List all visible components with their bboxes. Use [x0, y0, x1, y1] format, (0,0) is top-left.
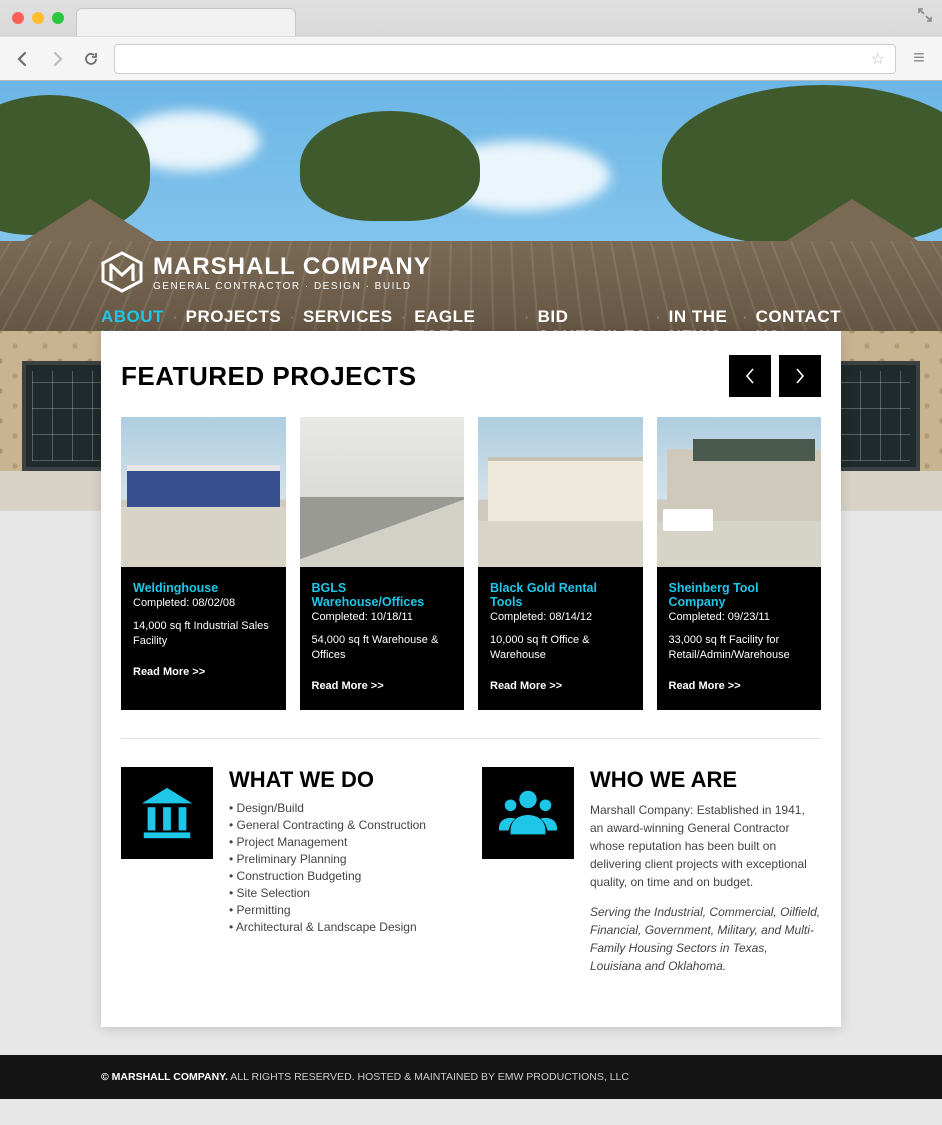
close-window-button[interactable] — [12, 12, 24, 24]
featured-projects-heading: FEATURED PROJECTS — [121, 361, 417, 392]
project-thumbnail — [300, 417, 465, 567]
read-more-link[interactable]: Read More >> — [669, 680, 810, 692]
who-paragraph-2: Serving the Industrial, Commercial, Oilf… — [590, 903, 821, 975]
project-card[interactable]: Sheinberg Tool Company Completed: 09/23/… — [657, 417, 822, 710]
forward-button[interactable] — [46, 48, 68, 70]
logo-tagline: GENERAL CONTRACTOR · DESIGN · BUILD — [153, 281, 431, 292]
project-title: Sheinberg Tool Company — [669, 581, 810, 609]
logo-company-name: MARSHALL COMPANY — [153, 253, 431, 281]
footer-brand: © MARSHALL COMPANY. — [101, 1071, 228, 1083]
browser-chrome: ☆ ≡ — [0, 0, 942, 81]
bookmark-star-icon[interactable]: ☆ — [871, 49, 885, 69]
divider — [121, 738, 821, 739]
site-logo[interactable]: MARSHALL COMPANY GENERAL CONTRACTOR · DE… — [101, 251, 841, 293]
project-title: BGLS Warehouse/Offices — [312, 581, 453, 609]
what-item: Preliminary Planning — [229, 852, 426, 866]
what-list: Design/Build General Contracting & Constr… — [229, 801, 426, 934]
minimize-window-button[interactable] — [32, 12, 44, 24]
what-item: Construction Budgeting — [229, 869, 426, 883]
logo-mark-icon — [101, 251, 143, 293]
reload-button[interactable] — [80, 48, 102, 70]
project-thumbnail — [478, 417, 643, 567]
url-input[interactable] — [125, 51, 871, 66]
project-date: Completed: 09/23/11 — [669, 611, 810, 623]
project-thumbnail — [121, 417, 286, 567]
main-content: FEATURED PROJECTS Weldinghouse Completed… — [101, 331, 841, 1027]
what-item: Architectural & Landscape Design — [229, 920, 426, 934]
what-we-do-section: WHAT WE DO Design/Build General Contracti… — [121, 767, 460, 987]
read-more-link[interactable]: Read More >> — [133, 666, 274, 678]
who-heading: WHO WE ARE — [590, 767, 821, 793]
institution-icon — [121, 767, 213, 859]
carousel-prev-button[interactable] — [729, 355, 771, 397]
who-paragraph-1: Marshall Company: Established in 1941, a… — [590, 801, 821, 891]
expand-icon[interactable] — [918, 8, 932, 27]
project-desc: 54,000 sq ft Warehouse & Offices — [312, 633, 453, 664]
what-heading: WHAT WE DO — [229, 767, 426, 793]
footer-text: ALL RIGHTS RESERVED. HOSTED & MAINTAINED… — [228, 1071, 629, 1083]
project-thumbnail — [657, 417, 822, 567]
project-card[interactable]: Weldinghouse Completed: 08/02/08 14,000 … — [121, 417, 286, 710]
project-card[interactable]: BGLS Warehouse/Offices Completed: 10/18/… — [300, 417, 465, 710]
what-item: Project Management — [229, 835, 426, 849]
project-date: Completed: 10/18/11 — [312, 611, 453, 623]
browser-menu-icon[interactable]: ≡ — [908, 47, 930, 70]
maximize-window-button[interactable] — [52, 12, 64, 24]
what-item: General Contracting & Construction — [229, 818, 426, 832]
what-item: Site Selection — [229, 886, 426, 900]
project-title: Weldinghouse — [133, 581, 274, 595]
back-button[interactable] — [12, 48, 34, 70]
read-more-link[interactable]: Read More >> — [490, 680, 631, 692]
browser-tab[interactable] — [76, 8, 296, 36]
address-bar[interactable]: ☆ — [114, 44, 896, 74]
site-footer: © MARSHALL COMPANY. ALL RIGHTS RESERVED.… — [0, 1055, 942, 1099]
window-controls — [12, 12, 64, 24]
project-card[interactable]: Black Gold Rental Tools Completed: 08/14… — [478, 417, 643, 710]
project-cards: Weldinghouse Completed: 08/02/08 14,000 … — [121, 417, 821, 710]
project-title: Black Gold Rental Tools — [490, 581, 631, 609]
read-more-link[interactable]: Read More >> — [312, 680, 453, 692]
project-desc: 10,000 sq ft Office & Warehouse — [490, 633, 631, 664]
who-we-are-section: WHO WE ARE Marshall Company: Established… — [482, 767, 821, 987]
project-desc: 33,000 sq ft Facility for Retail/Admin/W… — [669, 633, 810, 664]
people-icon — [482, 767, 574, 859]
what-item: Design/Build — [229, 801, 426, 815]
project-desc: 14,000 sq ft Industrial Sales Facility — [133, 619, 274, 650]
project-date: Completed: 08/14/12 — [490, 611, 631, 623]
what-item: Permitting — [229, 903, 426, 917]
project-date: Completed: 08/02/08 — [133, 597, 274, 609]
carousel-next-button[interactable] — [779, 355, 821, 397]
